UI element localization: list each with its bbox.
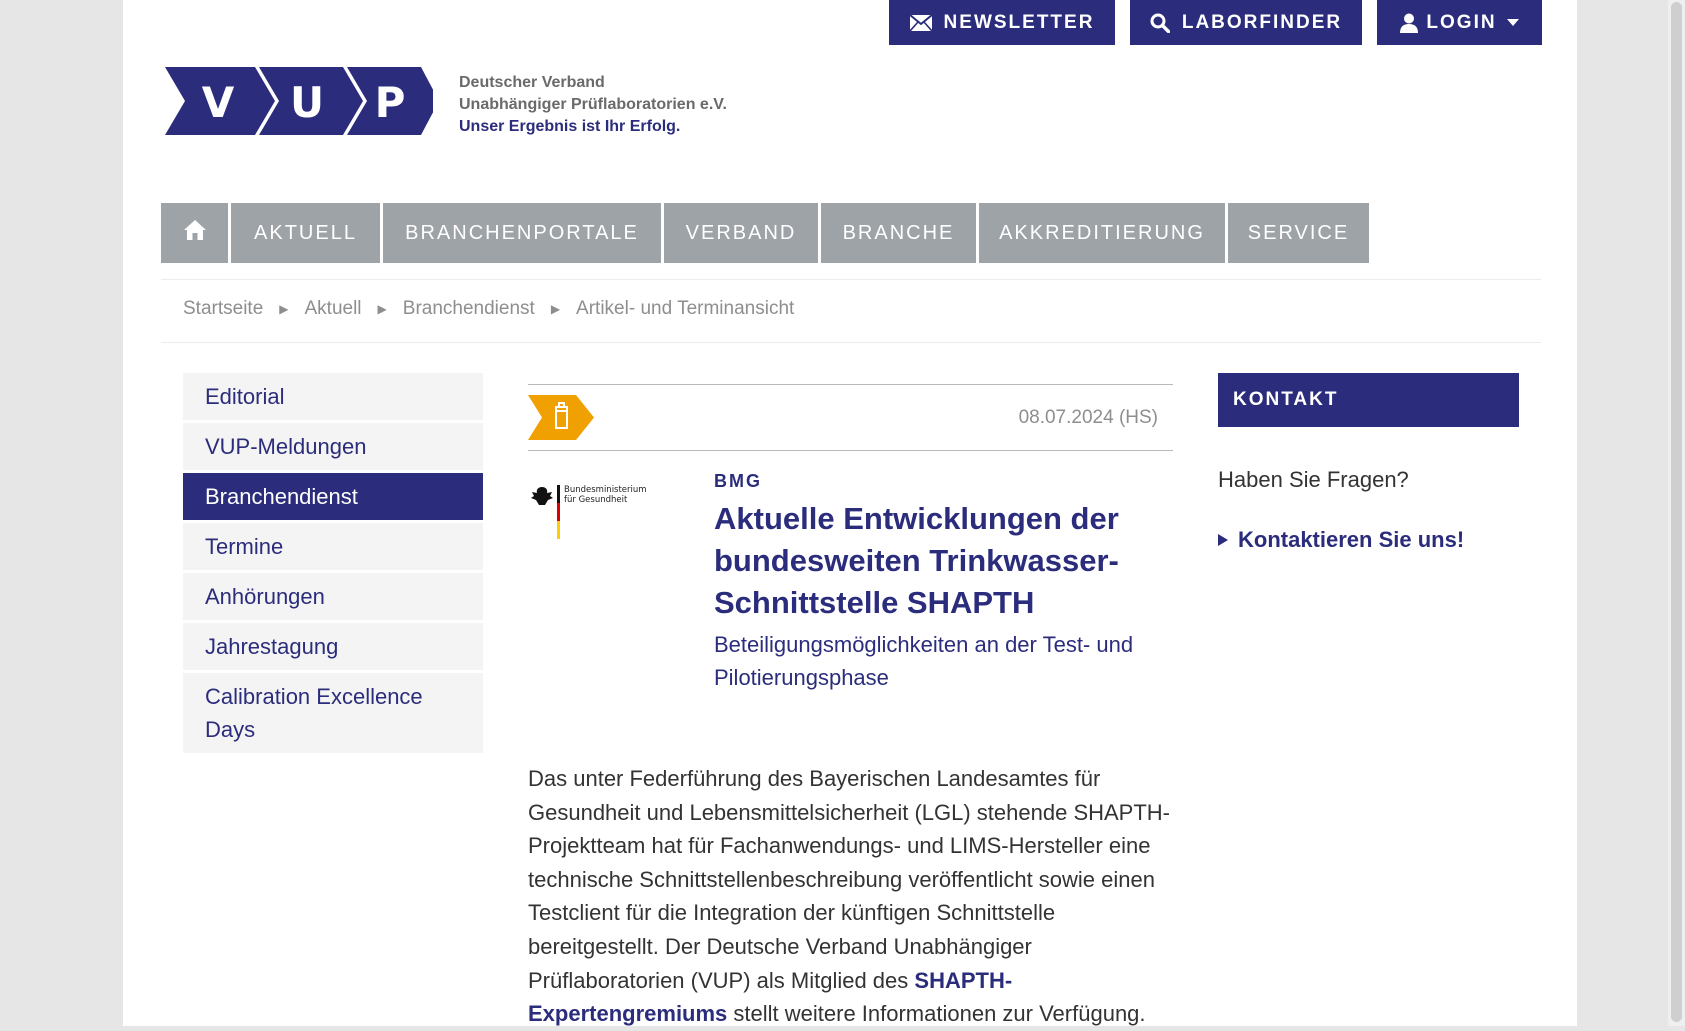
article-title: Aktuelle Entwicklungen der bundesweiten … — [714, 501, 1119, 620]
kontakt-link[interactable]: Kontaktieren Sie uns! — [1218, 527, 1519, 553]
breadcrumb-current: Artikel- und Terminansicht — [576, 298, 795, 319]
breadcrumb-branchendienst[interactable]: Branchendienst — [403, 298, 535, 320]
nav-home[interactable] — [161, 203, 228, 263]
vup-logo[interactable]: V U P — [163, 67, 439, 140]
kontakt-box: KONTAKT Haben Sie Fragen? Kontaktieren S… — [1218, 373, 1519, 553]
article-date: 08.07.2024 (HS) — [1018, 407, 1158, 428]
article-category: BMG — [714, 471, 762, 491]
nav-service[interactable]: SERVICE — [1228, 203, 1369, 263]
user-icon — [1400, 13, 1419, 33]
laborfinder-button[interactable]: LABORFINDER — [1130, 0, 1362, 45]
logo-letter-v: V — [202, 78, 235, 127]
laborfinder-label: LABORFINDER — [1181, 11, 1343, 33]
article-subtitle: Beteiligungsmöglichkeiten an der Test- u… — [714, 632, 1134, 690]
sidebar-item-termine[interactable]: Termine — [183, 523, 483, 570]
login-label: LOGIN — [1426, 11, 1497, 33]
scrollbar-thumb[interactable] — [1671, 2, 1682, 1022]
article-body-text-end: stellt weitere Informationen zur Verfügu… — [727, 1001, 1146, 1027]
tagline-line1: Deutscher Verband — [459, 74, 605, 91]
arrow-right-icon — [1218, 534, 1228, 546]
nav-branche[interactable]: BRANCHE — [821, 203, 976, 263]
logo-letter-p: P — [375, 78, 406, 127]
scrollbar[interactable] — [1668, 0, 1685, 1026]
kontakt-link-label: Kontaktieren Sie uns! — [1238, 527, 1465, 552]
document-category-icon — [528, 395, 594, 445]
breadcrumb: Startseite ▶ Aktuell ▶ Branchendienst ▶ … — [183, 298, 794, 320]
bmg-logo: Bundesministerium für Gesundheit — [528, 471, 714, 694]
divider — [161, 342, 1541, 343]
article-meta-row: 08.07.2024 (HS) — [528, 384, 1173, 451]
divider — [161, 279, 1541, 280]
article-body-text: Das unter Federführung des Bayerischen L… — [528, 766, 1171, 993]
breadcrumb-aktuell[interactable]: Aktuell — [305, 298, 362, 320]
sidebar-item-jahrestagung[interactable]: Jahrestagung — [183, 623, 483, 670]
breadcrumb-separator-icon: ▶ — [377, 302, 387, 316]
kontakt-question: Haben Sie Fragen? — [1218, 467, 1409, 492]
breadcrumb-separator-icon: ▶ — [279, 302, 289, 316]
newsletter-button[interactable]: NEWSLETTER — [889, 0, 1115, 45]
article-header: Bundesministerium für Gesundheit BMG Akt… — [528, 471, 1173, 694]
article: 08.07.2024 (HS) Bundesministerium für Ge… — [528, 384, 1173, 1031]
main-nav: AKTUELL BRANCHENPORTALE VERBAND BRANCHE … — [161, 203, 1372, 263]
nav-akkreditierung[interactable]: AKKREDITIERUNG — [979, 203, 1225, 263]
search-icon — [1150, 13, 1170, 33]
tagline-slogan: Unser Ergebnis ist Ihr Erfolg. — [459, 118, 681, 135]
tagline-line2: Unabhängiger Prüflaboratorien e.V. — [459, 96, 727, 113]
bmg-logo-line2: für Gesundheit — [564, 495, 628, 505]
sidebar-item-anhoerungen[interactable]: Anhörungen — [183, 573, 483, 620]
logo-tagline: Deutscher Verband Unabhängiger Prüflabor… — [459, 72, 727, 138]
home-icon — [183, 220, 206, 246]
envelope-icon — [909, 14, 932, 31]
breadcrumb-startseite[interactable]: Startseite — [183, 298, 263, 320]
sidebar-item-branchendienst[interactable]: Branchendienst — [183, 473, 483, 520]
newsletter-label: NEWSLETTER — [943, 11, 1095, 33]
article-body: Das unter Federführung des Bayerischen L… — [528, 762, 1173, 1031]
sidebar-item-calibration-excellence-days[interactable]: Calibration Excellence Days — [183, 673, 483, 753]
sidebar-item-vup-meldungen[interactable]: VUP-Meldungen — [183, 423, 483, 470]
kontakt-heading: KONTAKT — [1218, 373, 1519, 427]
bmg-logo-line1: Bundesministerium — [564, 485, 647, 495]
breadcrumb-separator-icon: ▶ — [550, 302, 561, 316]
page: NEWSLETTER LABORFINDER LOGIN V U P Deuts… — [123, 0, 1577, 1026]
nav-branchenportale[interactable]: BRANCHENPORTALE — [383, 203, 661, 263]
logo-letter-u: U — [290, 78, 324, 127]
sidebar-item-editorial[interactable]: Editorial — [183, 373, 483, 420]
login-button[interactable]: LOGIN — [1377, 0, 1542, 45]
nav-aktuell[interactable]: AKTUELL — [231, 203, 380, 263]
sidebar: Editorial VUP-Meldungen Branchendienst T… — [183, 373, 483, 756]
article-heading-block: BMG Aktuelle Entwicklungen der bundeswei… — [714, 471, 1173, 694]
caret-down-icon — [1506, 19, 1519, 26]
nav-verband[interactable]: VERBAND — [664, 203, 818, 263]
